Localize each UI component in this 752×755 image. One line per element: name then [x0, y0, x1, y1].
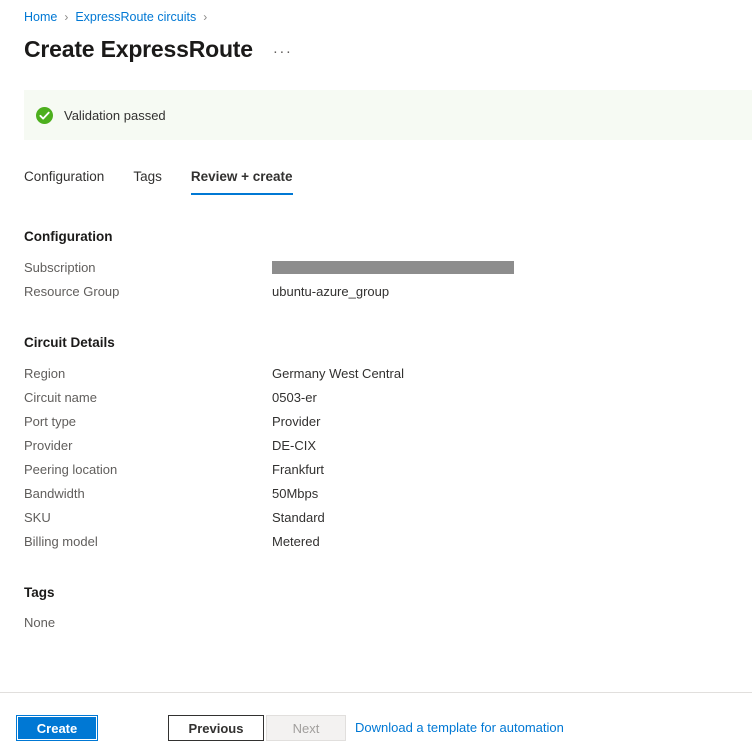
detail-row-subscription: Subscription: [24, 255, 514, 279]
tags-value: None: [24, 615, 56, 630]
detail-row-sku: SKU Standard: [24, 505, 404, 529]
detail-label-resource-group: Resource Group: [24, 283, 120, 299]
detail-label-sku: SKU: [24, 509, 51, 525]
detail-value-billing-model: Metered: [272, 533, 320, 549]
section-heading-tags: Tags: [24, 585, 55, 600]
detail-label-port-type: Port type: [24, 413, 77, 429]
detail-label-bandwidth: Bandwidth: [24, 485, 85, 501]
detail-label-circuit-name: Circuit name: [24, 389, 97, 405]
next-button: Next: [266, 715, 346, 741]
detail-label-provider: Provider: [24, 437, 73, 453]
detail-label-billing-model: Billing model: [24, 533, 98, 549]
breadcrumb-item-home[interactable]: Home: [24, 9, 57, 25]
validation-banner: Validation passed: [24, 90, 752, 140]
detail-row-bandwidth: Bandwidth 50Mbps: [24, 481, 404, 505]
validation-banner-text: Validation passed: [64, 107, 166, 123]
tab-review-create[interactable]: Review + create: [190, 168, 293, 195]
redacted-bar: [272, 260, 514, 274]
create-button[interactable]: Create: [16, 715, 98, 741]
page-header: Create ExpressRoute ···: [24, 34, 296, 64]
breadcrumb-item-expressroute-circuits[interactable]: ExpressRoute circuits: [75, 9, 196, 25]
detail-value-subscription: [272, 259, 514, 274]
detail-value-bandwidth: 50Mbps: [272, 485, 319, 501]
detail-value-region: Germany West Central: [272, 365, 404, 381]
detail-value-sku: Standard: [272, 509, 325, 525]
detail-label-subscription: Subscription: [24, 259, 96, 275]
detail-value-circuit-name: 0503-er: [272, 389, 317, 405]
tab-list: Configuration Tags Review + create: [24, 168, 322, 195]
detail-row-resource-group: Resource Group ubuntu-azure_group: [24, 279, 514, 303]
configuration-details-list: Subscription Resource Group ubuntu-azure…: [24, 255, 514, 303]
check-circle-icon: [36, 106, 53, 124]
detail-row-circuit-name: Circuit name 0503-er: [24, 385, 404, 409]
detail-label-region: Region: [24, 365, 66, 381]
action-bar: Create Previous Next Download a template…: [0, 693, 752, 755]
page-title: Create ExpressRoute: [24, 36, 253, 62]
download-template-link[interactable]: Download a template for automation: [355, 720, 564, 735]
section-heading-configuration: Configuration: [24, 229, 113, 244]
circuit-details-list: Region Germany West Central Circuit name…: [24, 361, 404, 553]
detail-row-port-type: Port type Provider: [24, 409, 404, 433]
detail-row-provider: Provider DE-CIX: [24, 433, 404, 457]
breadcrumb: Home › ExpressRoute circuits ›: [24, 9, 214, 25]
detail-value-peering-location: Frankfurt: [272, 461, 325, 477]
detail-value-provider: DE-CIX: [272, 437, 317, 453]
breadcrumb-separator-icon-2: ›: [203, 10, 208, 24]
detail-row-region: Region Germany West Central: [24, 361, 404, 385]
detail-label-peering-location: Peering location: [24, 461, 118, 477]
tab-tags[interactable]: Tags: [133, 168, 162, 195]
detail-row-billing-model: Billing model Metered: [24, 529, 404, 553]
detail-value-port-type: Provider: [272, 413, 321, 429]
breadcrumb-separator-icon: ›: [64, 10, 69, 24]
previous-button[interactable]: Previous: [168, 715, 264, 741]
tab-configuration[interactable]: Configuration: [24, 168, 104, 195]
more-options-icon[interactable]: ···: [269, 44, 297, 59]
detail-row-peering-location: Peering location Frankfurt: [24, 457, 404, 481]
section-heading-circuit-details: Circuit Details: [24, 335, 115, 350]
detail-value-resource-group: ubuntu-azure_group: [272, 283, 390, 299]
